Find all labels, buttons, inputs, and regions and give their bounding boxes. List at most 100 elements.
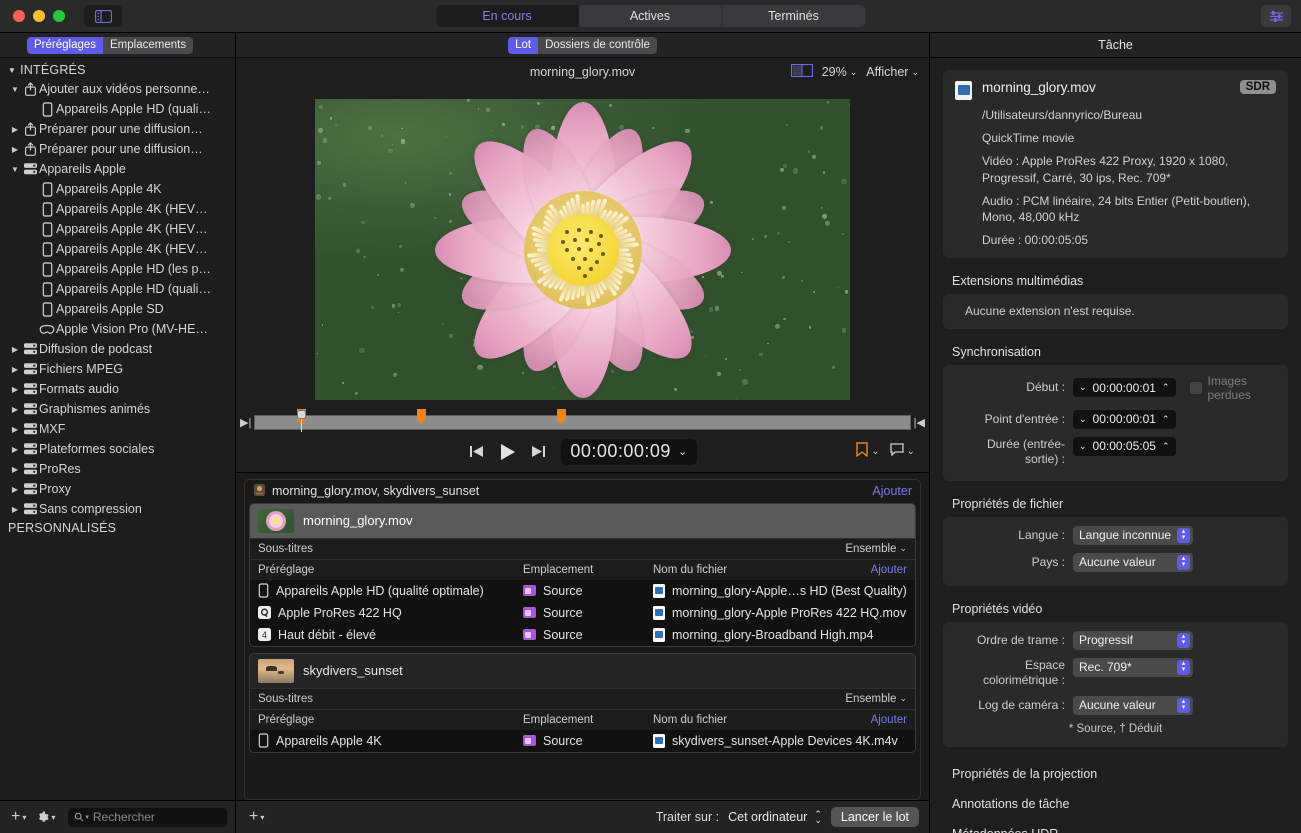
sync-in-point-stepper[interactable]: ⌄ 00:00:00:01 ⌃ (1073, 410, 1176, 429)
sidebar-item-20[interactable]: ▶Proxy (0, 479, 235, 499)
subtitles-popup[interactable]: Ensemble⌄ (845, 543, 907, 555)
start-batch-button[interactable]: Lancer le lot (831, 807, 919, 827)
skip-end-icon[interactable] (530, 444, 547, 459)
zoom-button[interactable] (53, 10, 65, 22)
inspector-content[interactable]: morning_glory.mov SDR /Utilisateurs/dann… (930, 58, 1301, 833)
split-view-icon[interactable] (791, 64, 813, 80)
sidebar-item-0[interactable]: ▼Ajouter aux vidéos personne… (0, 79, 235, 99)
job-add-output-link[interactable]: Ajouter (871, 714, 907, 726)
country-select[interactable]: Aucune valeur ▴▾ (1073, 553, 1193, 572)
segment-emplacements[interactable]: Emplacements (103, 37, 193, 54)
timeline-marker[interactable] (417, 409, 426, 420)
output-row[interactable]: 4Haut débit - élevéSourcemorning_glory-B… (250, 624, 915, 646)
dropped-frames-checkbox[interactable]: Images perdues (1190, 374, 1277, 402)
sidebar-item-19[interactable]: ▶ProRes (0, 459, 235, 479)
sync-duration-stepper[interactable]: ⌄ 00:00:05:05 ⌃ (1073, 437, 1176, 456)
bookmark-popup[interactable]: ⌄ (856, 442, 879, 462)
sidebar-item-3[interactable]: ▶Préparer pour une diffusion… (0, 139, 235, 159)
plus-icon[interactable]: +▾ (246, 809, 267, 825)
sync-start-stepper[interactable]: ⌄ 00:00:00:01 ⌃ (1073, 378, 1176, 397)
output-row[interactable]: Appareils Apple 4KSourceskydivers_sunset… (250, 730, 915, 752)
chevron-up-icon[interactable]: ⌃ (1162, 441, 1170, 452)
segment-dossiers-controle[interactable]: Dossiers de contrôle (538, 37, 657, 54)
chevron-right-icon[interactable]: ▶ (9, 485, 21, 494)
sidebar-item-8[interactable]: Appareils Apple 4K (HEV… (0, 239, 235, 259)
sidebar-item-5[interactable]: Appareils Apple 4K (0, 179, 235, 199)
segment-lot[interactable]: Lot (508, 37, 538, 54)
inspector-section-0[interactable]: Propriétés de la projection (930, 747, 1301, 781)
batch-segment-control[interactable]: Lot Dossiers de contrôle (508, 37, 657, 54)
sidebar-item-1[interactable]: Appareils Apple HD (quali… (0, 99, 235, 119)
sidebar-item-11[interactable]: Appareils Apple SD (0, 299, 235, 319)
sidebar-item-2[interactable]: ▶Préparer pour une diffusion… (0, 119, 235, 139)
sidebar-item-21[interactable]: ▶Sans compression (0, 499, 235, 519)
view-options-popup[interactable]: Afficher ⌄ (866, 65, 919, 79)
chevron-right-icon[interactable]: ▶ (9, 345, 21, 354)
tab-actives[interactable]: Actives (579, 5, 722, 27)
chevron-down-icon[interactable]: ⌄ (1079, 382, 1087, 393)
preview-viewer[interactable] (236, 86, 929, 414)
sidebar-item-15[interactable]: ▶Formats audio (0, 379, 235, 399)
output-row[interactable]: Apple ProRes 422 HQSourcemorning_glory-A… (250, 602, 915, 624)
comment-popup[interactable]: ⌄ (890, 443, 915, 461)
chevron-right-icon[interactable]: ▶ (9, 145, 21, 154)
batch-job[interactable]: skydivers_sunsetSous-titresEnsemble⌄Prér… (249, 653, 916, 753)
zoom-level-popup[interactable]: 29% ⌄ (822, 65, 858, 79)
sidebar-item-10[interactable]: Appareils Apple HD (quali… (0, 279, 235, 299)
batch-add-link[interactable]: Ajouter (872, 484, 912, 498)
timeline-track[interactable] (254, 415, 910, 430)
chevron-right-icon[interactable]: ▶ (9, 505, 21, 514)
output-row[interactable]: Appareils Apple HD (qualité optimale)Sou… (250, 580, 915, 602)
chevron-up-icon[interactable]: ⌃ (1162, 382, 1170, 393)
chevron-down-icon[interactable]: ⌄ (1079, 441, 1087, 452)
status-tab-bar[interactable]: En cours Actives Terminés (436, 5, 865, 27)
sidebar-item-12[interactable]: Apple Vision Pro (MV-HE… (0, 319, 235, 339)
chevron-up-icon[interactable]: ⌃ (1162, 414, 1170, 425)
subtitles-popup[interactable]: Ensemble⌄ (845, 693, 907, 705)
presets-tree[interactable]: ▼ INTÉGRÉS ▼Ajouter aux vidéos personne…… (0, 58, 235, 800)
plus-icon[interactable]: +▾ (8, 809, 29, 825)
close-button[interactable] (13, 10, 25, 22)
search-input[interactable]: ▾ Rechercher (68, 808, 227, 827)
segment-prereglages[interactable]: Préréglages (27, 37, 103, 54)
timeline-marker[interactable] (557, 409, 566, 420)
batch-job[interactable]: morning_glory.movSous-titresEnsemble⌄Pré… (249, 503, 916, 647)
sidebar-layout-icon[interactable] (84, 5, 122, 27)
sidebar-item-6[interactable]: Appareils Apple 4K (HEV… (0, 199, 235, 219)
process-on-popup[interactable]: Cet ordinateur ⌃⌄ (728, 810, 822, 824)
sliders-icon[interactable] (1261, 5, 1291, 27)
gear-icon[interactable]: ▾ (33, 811, 58, 824)
sidebar-item-7[interactable]: Appareils Apple 4K (HEV… (0, 219, 235, 239)
chevron-down-icon[interactable]: ▼ (9, 165, 21, 174)
job-add-output-link[interactable]: Ajouter (871, 564, 907, 576)
play-icon[interactable] (499, 443, 516, 461)
chevron-down-icon[interactable]: ⌄ (1079, 414, 1087, 425)
timeline[interactable]: ▶| |◀ (236, 414, 929, 432)
sidebar-item-13[interactable]: ▶Diffusion de podcast (0, 339, 235, 359)
camera-log-select[interactable]: Aucune valeur ▴▾ (1073, 696, 1193, 715)
inspector-section-2[interactable]: Métadonnées HDR (930, 811, 1301, 833)
field-order-select[interactable]: Progressif ▴▾ (1073, 631, 1193, 650)
sidebar-item-16[interactable]: ▶Graphismes animés (0, 399, 235, 419)
inspector-section-1[interactable]: Annotations de tâche (930, 781, 1301, 811)
playhead[interactable] (297, 410, 306, 433)
minimize-button[interactable] (33, 10, 45, 22)
chevron-right-icon[interactable]: ▶ (9, 405, 21, 414)
skip-start-icon[interactable] (468, 444, 485, 459)
job-title-row[interactable]: skydivers_sunset (250, 654, 915, 688)
chevron-down-icon[interactable]: ▼ (9, 85, 21, 94)
group-personnalises[interactable]: PERSONNALISÉS (0, 519, 235, 537)
tab-en-cours[interactable]: En cours (436, 5, 579, 27)
sidebar-item-17[interactable]: ▶MXF (0, 419, 235, 439)
color-space-select[interactable]: Rec. 709* ▴▾ (1073, 658, 1193, 677)
chevron-down-icon[interactable]: ⌄ (678, 445, 688, 458)
sidebar-item-9[interactable]: Appareils Apple HD (les p… (0, 259, 235, 279)
tab-termines[interactable]: Terminés (722, 5, 865, 27)
sidebar-item-14[interactable]: ▶Fichiers MPEG (0, 359, 235, 379)
language-select[interactable]: Langue inconnue ▴▾ (1073, 526, 1193, 545)
chevron-right-icon[interactable]: ▶ (9, 125, 21, 134)
chevron-right-icon[interactable]: ▶ (9, 465, 21, 474)
chevron-right-icon[interactable]: ▶ (9, 385, 21, 394)
chevron-right-icon[interactable]: ▶ (9, 445, 21, 454)
sidebar-item-4[interactable]: ▼Appareils Apple (0, 159, 235, 179)
